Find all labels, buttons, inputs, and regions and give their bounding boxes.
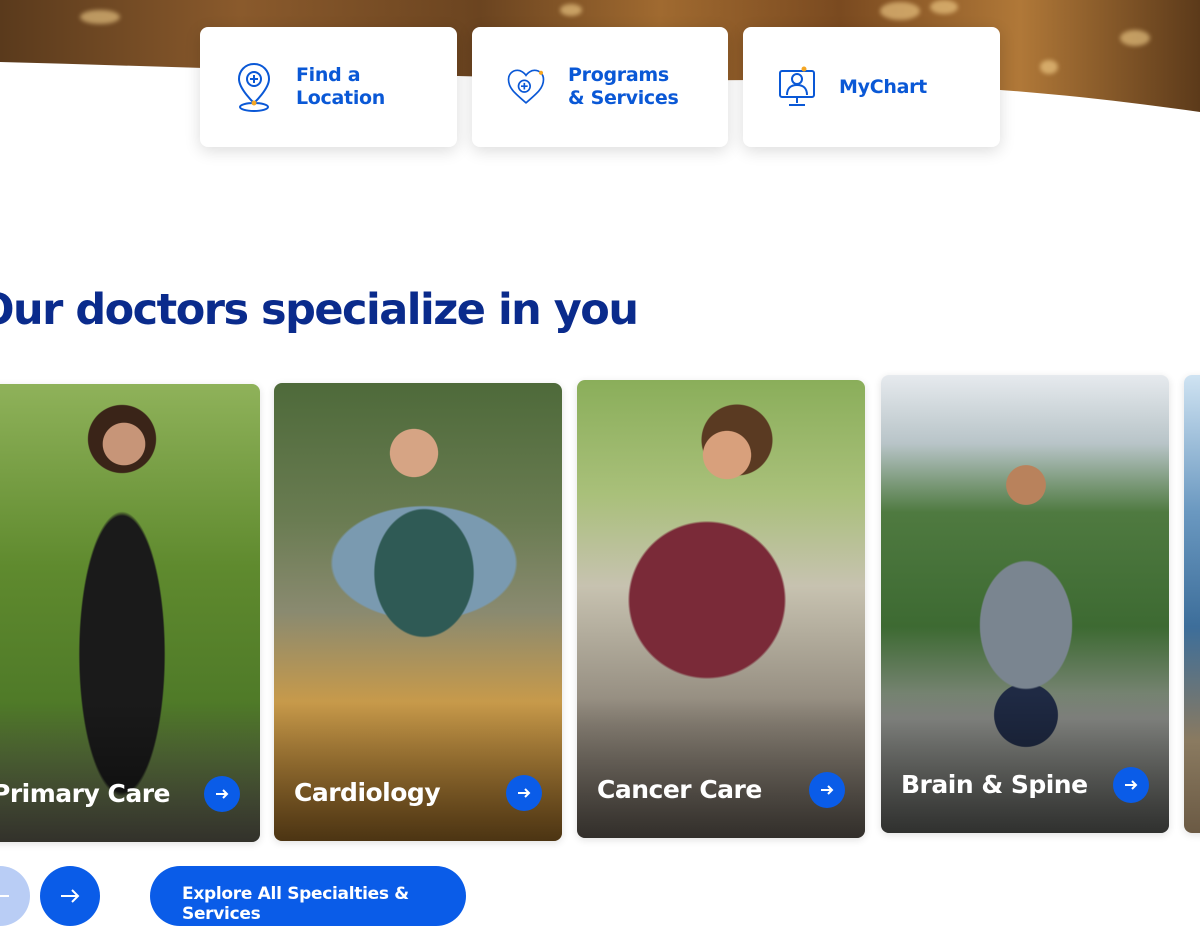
specialty-label: Brain & Spine (901, 770, 1088, 799)
carousel-next-button[interactable] (40, 866, 100, 926)
specialty-card-brain-spine[interactable]: Brain & Spine (881, 375, 1169, 833)
arrow-right-icon[interactable] (1113, 767, 1149, 803)
specialty-card-primary-care[interactable]: Primary Care (0, 384, 260, 842)
specialty-card-cardiology[interactable]: Cardiology (274, 383, 562, 841)
explore-all-button[interactable]: Explore All Specialties & Services (150, 866, 466, 926)
heart-plus-icon (506, 62, 546, 112)
doctor-monitor-icon (777, 62, 817, 112)
specialty-label: Cancer Care (597, 775, 762, 804)
arrow-left-icon (0, 895, 9, 897)
specialty-card-cancer-care[interactable]: Cancer Care (577, 380, 865, 838)
programs-services-card[interactable]: Programs & Services (472, 27, 728, 147)
section-title: Our doctors specialize in you (0, 285, 639, 335)
mychart-card[interactable]: MyChart (743, 27, 1000, 147)
carousel-prev-button[interactable] (0, 866, 30, 926)
mychart-label: MyChart (839, 75, 927, 98)
arrow-right-icon (61, 889, 80, 903)
specialty-card-next-partial[interactable] (1184, 375, 1200, 833)
specialty-label: Primary Care (0, 779, 170, 808)
programs-services-label: Programs & Services (568, 64, 679, 109)
arrow-right-icon[interactable] (809, 772, 845, 808)
next-card-photo (1184, 375, 1200, 833)
find-location-label: Find a Location (296, 64, 386, 109)
find-location-card[interactable]: Find a Location (200, 27, 457, 147)
arrow-right-icon[interactable] (506, 775, 542, 811)
specialty-label: Cardiology (294, 778, 441, 807)
arrow-right-icon[interactable] (204, 776, 240, 812)
location-pin-icon (234, 62, 274, 112)
